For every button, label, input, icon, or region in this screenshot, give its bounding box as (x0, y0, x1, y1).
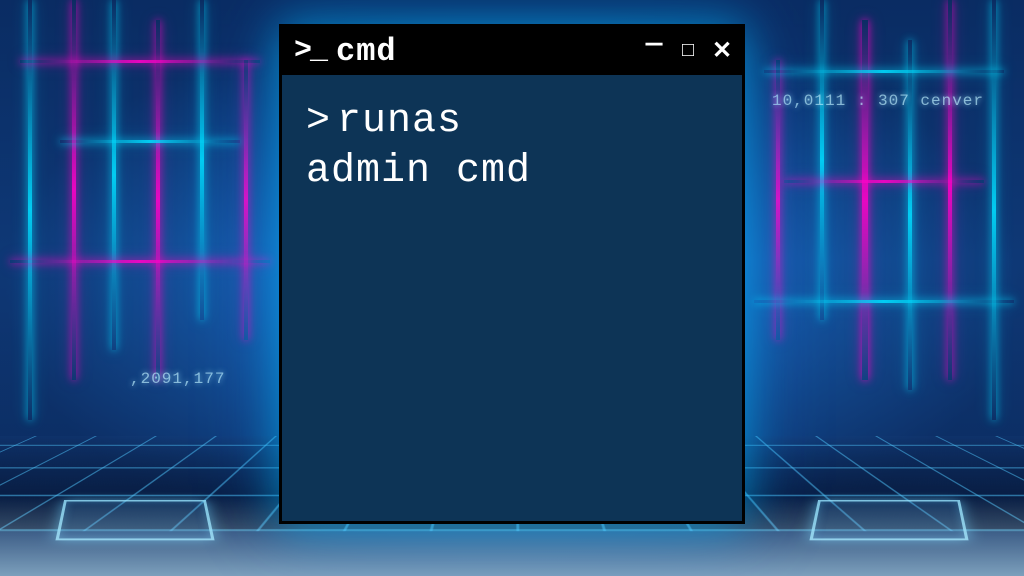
floor-square (809, 500, 968, 540)
neon-line (784, 180, 984, 183)
maximize-button[interactable]: □ (676, 39, 700, 63)
command-text-2: admin cmd (306, 147, 718, 197)
neon-line (156, 20, 160, 380)
terminal-window: >_ cmd — □ ✕ >runas admin cmd (279, 24, 745, 524)
minimize-button[interactable]: — (642, 39, 666, 63)
neon-line (862, 20, 868, 380)
neon-line (754, 300, 1014, 303)
decor-text-right: 10,0111 : 307 cenver (772, 92, 984, 110)
neon-line (244, 60, 248, 340)
command-line: >runas (306, 97, 718, 147)
prompt-symbol: > (306, 99, 331, 144)
neon-line (10, 260, 270, 263)
terminal-body[interactable]: >runas admin cmd (282, 75, 742, 521)
neon-line (72, 0, 76, 380)
neon-line (60, 140, 240, 143)
window-title: cmd (336, 33, 632, 70)
titlebar[interactable]: >_ cmd — □ ✕ (282, 27, 742, 75)
window-controls: — □ ✕ (642, 39, 734, 63)
neon-line (764, 70, 1004, 73)
close-button[interactable]: ✕ (710, 39, 734, 63)
terminal-icon: >_ (294, 36, 326, 66)
neon-line (20, 60, 260, 63)
decor-text-left: ,2091,177 (130, 370, 225, 388)
neon-line (948, 0, 952, 380)
neon-line (112, 0, 116, 350)
neon-line (992, 0, 996, 420)
neon-line (820, 0, 824, 320)
neon-line (28, 0, 32, 420)
neon-line (200, 0, 204, 320)
command-text-1: runas (337, 99, 462, 144)
floor-square (55, 500, 214, 540)
